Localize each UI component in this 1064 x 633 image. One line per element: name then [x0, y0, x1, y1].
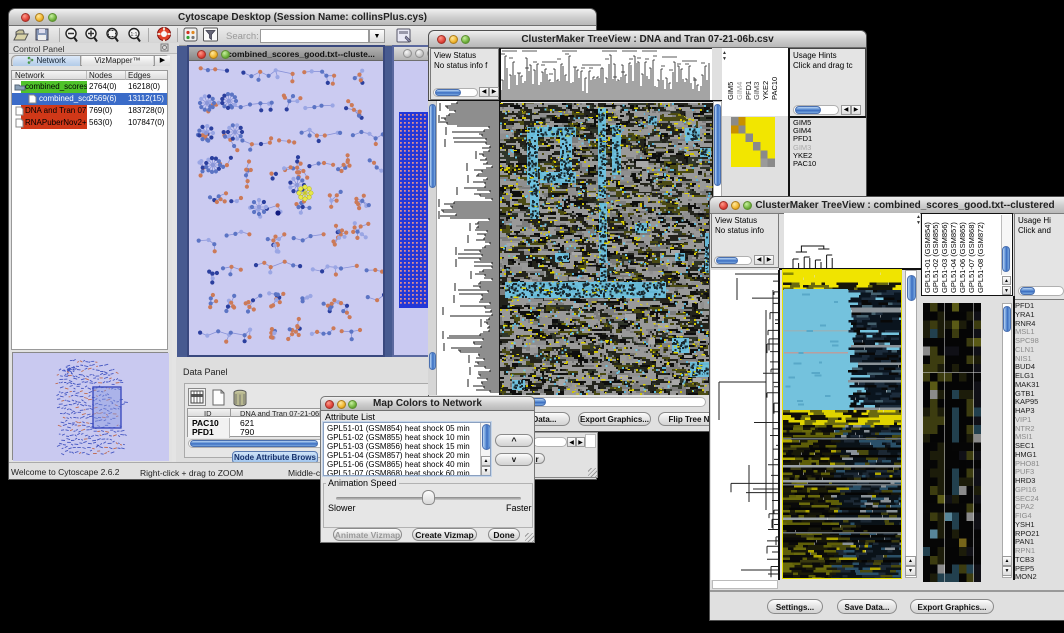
svg-text:1:1: 1:1 — [131, 32, 138, 38]
